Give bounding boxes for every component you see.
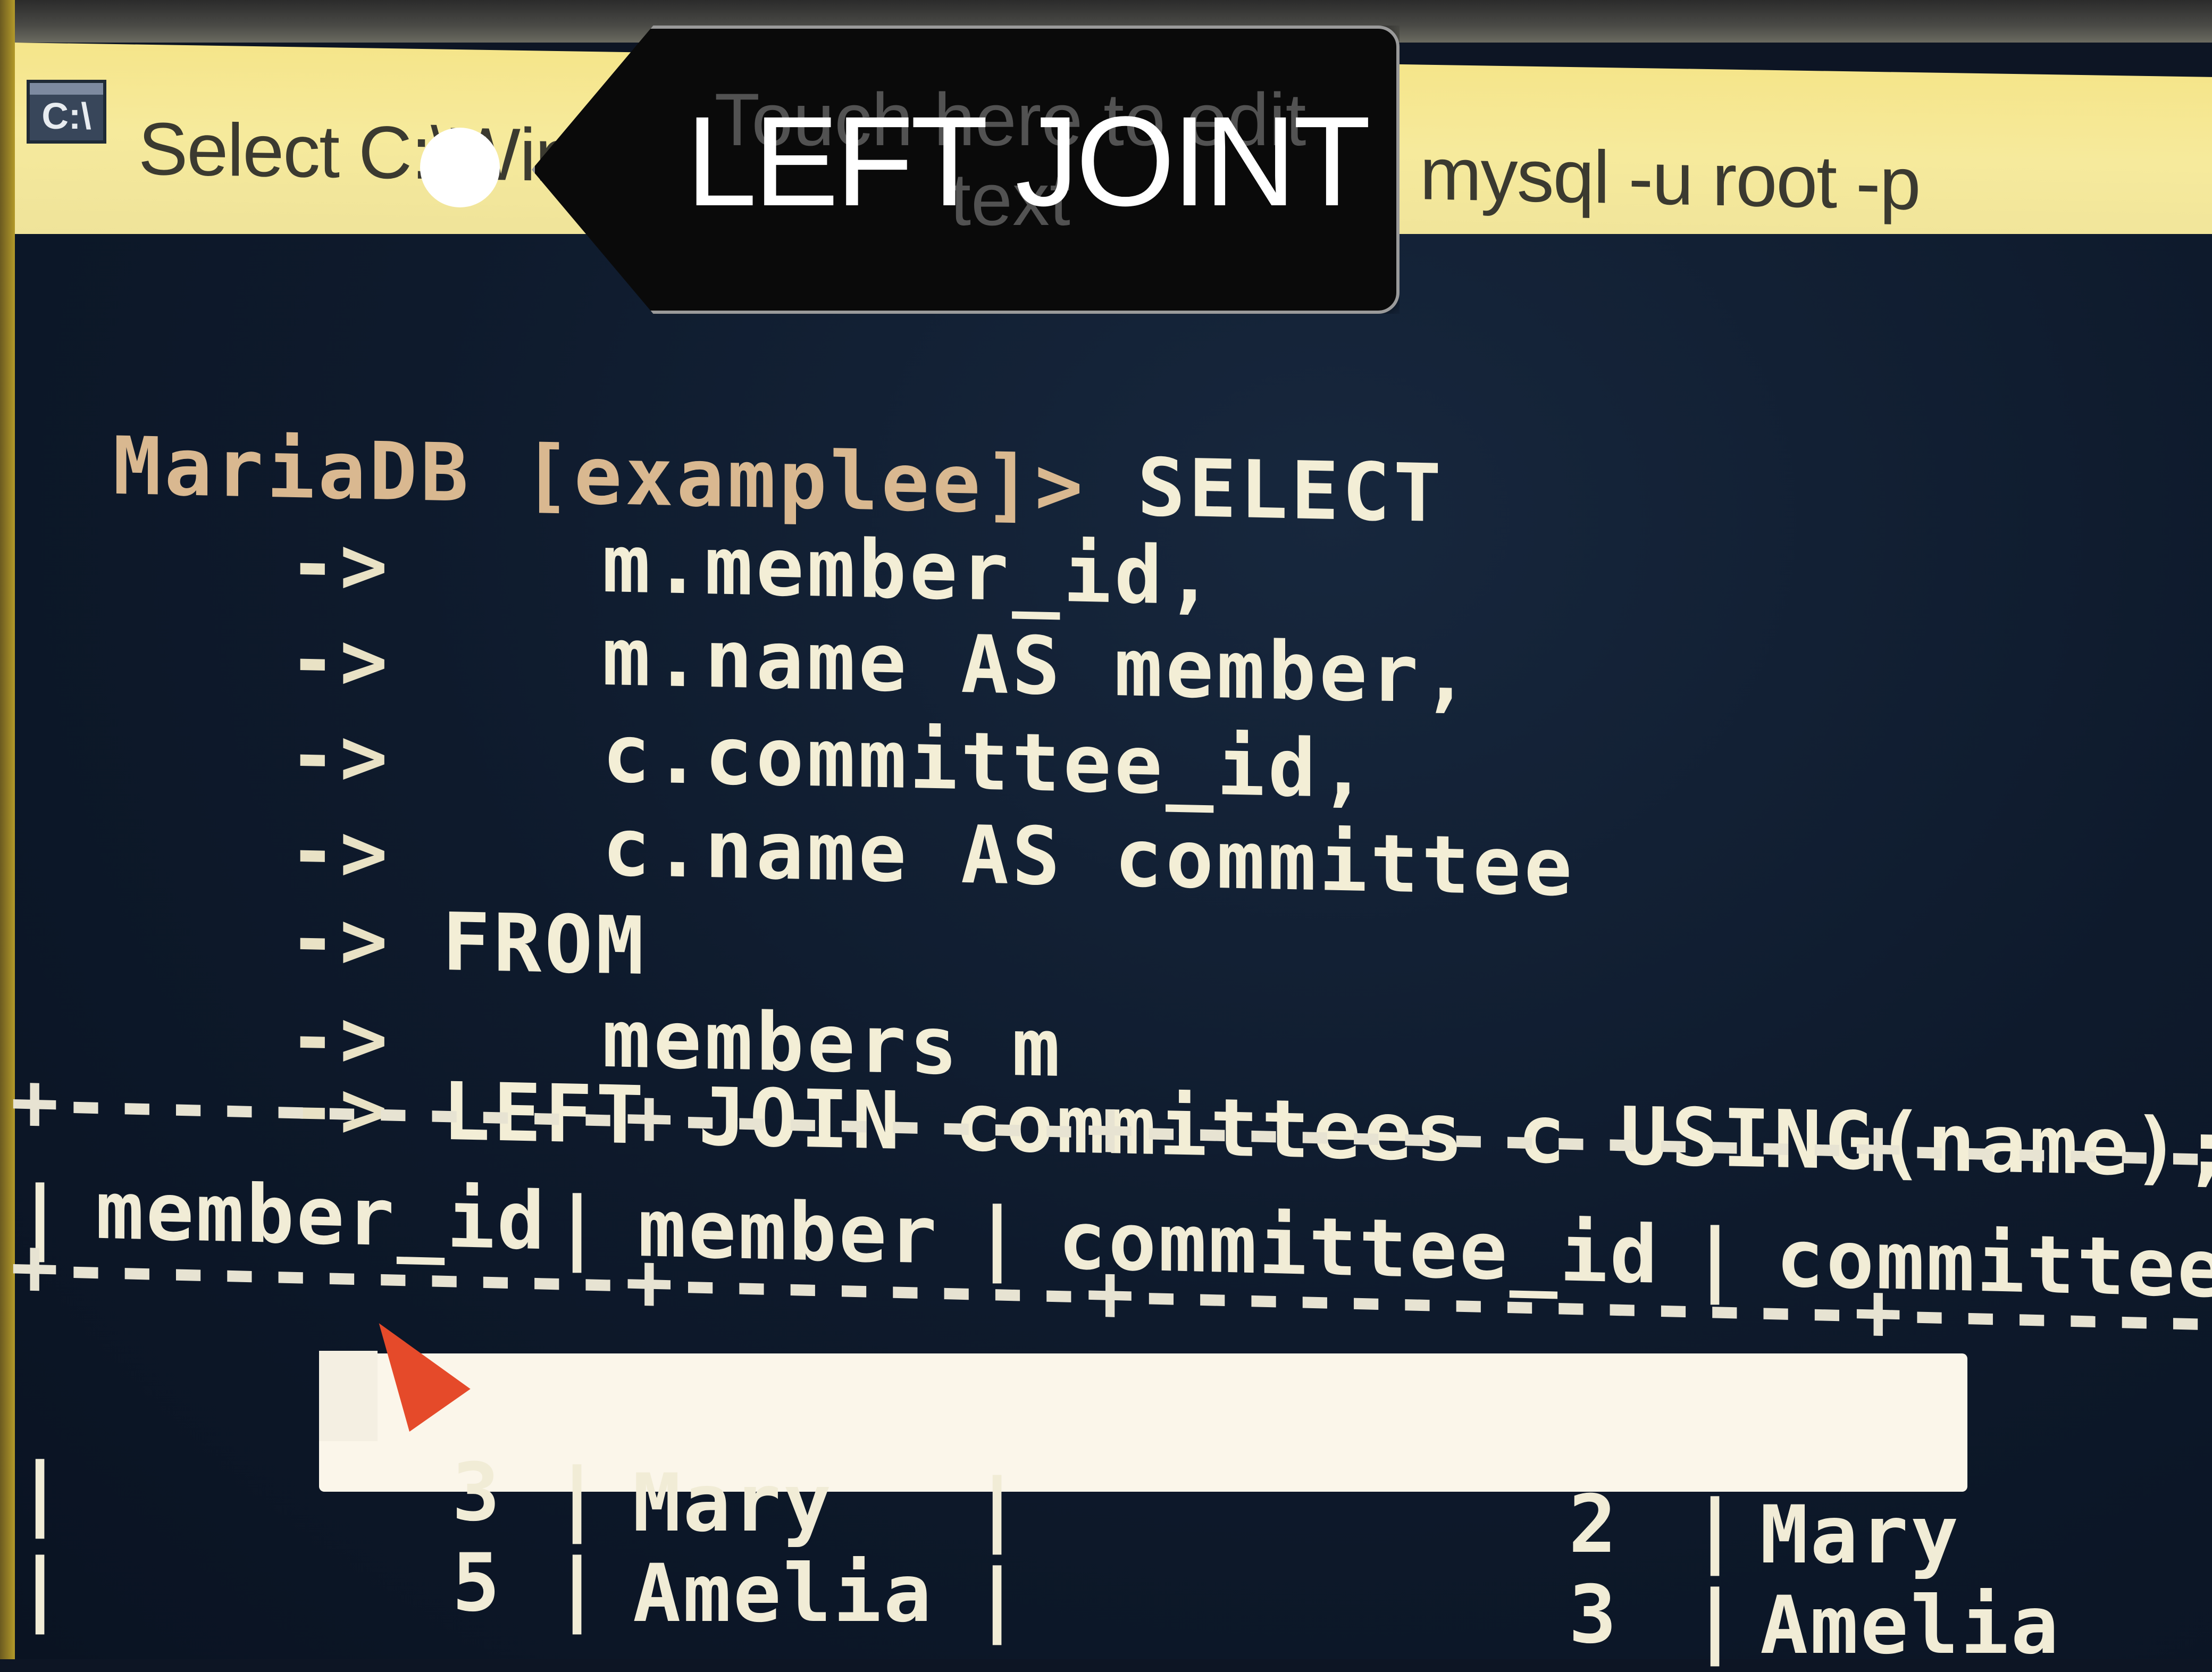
cell-committee-id: 3 <box>1569 1569 1619 1661</box>
table-pipe: | <box>16 1447 66 1539</box>
table-pipe: | <box>16 1542 66 1635</box>
cell-member: Mary <box>633 1457 834 1550</box>
annotation-label[interactable]: LEFT JOINT <box>686 88 1371 235</box>
annotation-drag-handle[interactable] <box>420 128 500 207</box>
cell-committee: Mary <box>1760 1489 1961 1582</box>
cmd-app-icon: C:\ <box>27 80 106 144</box>
cell-member: Amelia <box>633 1548 934 1640</box>
table-pipe: | <box>1691 1484 1741 1576</box>
table-pipe: | <box>973 1462 1024 1555</box>
cell-member-id: 3 <box>452 1447 502 1539</box>
monitor-edge <box>0 0 15 1659</box>
window-title-command: mysql -u root -p <box>1420 131 1920 225</box>
query-line-text: c.name AS committee <box>602 801 1576 915</box>
table-pipe: | <box>553 1542 604 1635</box>
window-title: Select C:\Win <box>138 106 575 197</box>
table-pipe: | <box>1691 1574 1741 1667</box>
cell-member-id: 5 <box>452 1537 502 1629</box>
cell-committee: Amelia <box>1760 1579 2061 1672</box>
cell-committee-id: 2 <box>1569 1478 1619 1571</box>
table-pipe: | <box>973 1553 1024 1645</box>
table-pipe: | <box>553 1452 604 1544</box>
